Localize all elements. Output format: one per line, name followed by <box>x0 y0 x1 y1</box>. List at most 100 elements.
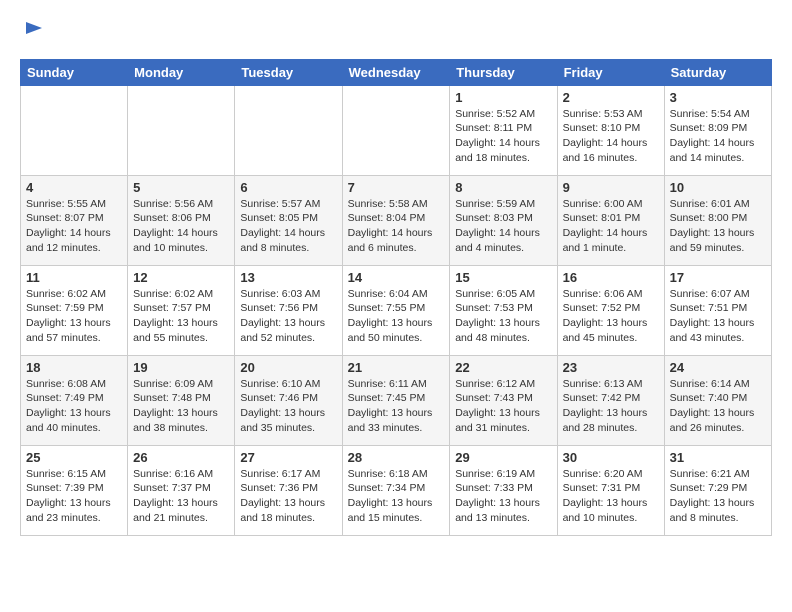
day-info: Sunrise: 6:15 AM Sunset: 7:39 PM Dayligh… <box>26 467 122 526</box>
day-number: 2 <box>563 90 659 105</box>
day-number: 29 <box>455 450 551 465</box>
calendar-cell: 1 Sunrise: 5:52 AM Sunset: 8:11 PM Daylig… <box>450 85 557 175</box>
day-number: 5 <box>133 180 229 195</box>
day-number: 3 <box>670 90 766 105</box>
day-info: Sunrise: 6:21 AM Sunset: 7:29 PM Dayligh… <box>670 467 766 526</box>
calendar-week-row: 18 Sunrise: 6:08 AM Sunset: 7:49 PM Dayli… <box>21 355 772 445</box>
day-info: Sunrise: 6:02 AM Sunset: 7:57 PM Dayligh… <box>133 287 229 346</box>
calendar-cell: 20 Sunrise: 6:10 AM Sunset: 7:46 PM Dayli… <box>235 355 342 445</box>
calendar-cell: 27 Sunrise: 6:17 AM Sunset: 7:36 PM Dayli… <box>235 445 342 535</box>
day-number: 31 <box>670 450 766 465</box>
day-info: Sunrise: 6:14 AM Sunset: 7:40 PM Dayligh… <box>670 377 766 436</box>
day-number: 17 <box>670 270 766 285</box>
weekday-header-wednesday: Wednesday <box>342 59 450 85</box>
day-info: Sunrise: 5:54 AM Sunset: 8:09 PM Dayligh… <box>670 107 766 166</box>
calendar-cell: 14Sunrise: 6:04 AM Sunset: 7:55 PM Dayli… <box>342 265 450 355</box>
day-number: 19 <box>133 360 229 375</box>
day-number: 1 <box>455 90 551 105</box>
day-info: Sunrise: 6:17 AM Sunset: 7:36 PM Dayligh… <box>240 467 336 526</box>
day-number: 4 <box>26 180 122 195</box>
calendar-week-row: 11 Sunrise: 6:02 AM Sunset: 7:59 PM Dayli… <box>21 265 772 355</box>
day-number: 24 <box>670 360 766 375</box>
day-info: Sunrise: 6:09 AM Sunset: 7:48 PM Dayligh… <box>133 377 229 436</box>
calendar-cell: 30 Sunrise: 6:20 AM Sunset: 7:31 PM Dayli… <box>557 445 664 535</box>
calendar-cell: 12Sunrise: 6:02 AM Sunset: 7:57 PM Dayli… <box>128 265 235 355</box>
day-number: 10 <box>670 180 766 195</box>
calendar-cell: 29 Sunrise: 6:19 AM Sunset: 7:33 PM Dayli… <box>450 445 557 535</box>
weekday-header-friday: Friday <box>557 59 664 85</box>
calendar-cell: 26 Sunrise: 6:16 AM Sunset: 7:37 PM Dayli… <box>128 445 235 535</box>
calendar-cell: 25 Sunrise: 6:15 AM Sunset: 7:39 PM Dayli… <box>21 445 128 535</box>
calendar-cell: 24 Sunrise: 6:14 AM Sunset: 7:40 PM Dayli… <box>664 355 771 445</box>
calendar-cell: 21Sunrise: 6:11 AM Sunset: 7:45 PM Dayli… <box>342 355 450 445</box>
day-number: 13 <box>240 270 336 285</box>
day-number: 30 <box>563 450 659 465</box>
calendar-cell: 7 Sunrise: 5:58 AM Sunset: 8:04 PM Daylig… <box>342 175 450 265</box>
day-number: 11 <box>26 270 122 285</box>
calendar-cell: 11 Sunrise: 6:02 AM Sunset: 7:59 PM Dayli… <box>21 265 128 355</box>
calendar-cell: 5 Sunrise: 5:56 AM Sunset: 8:06 PM Daylig… <box>128 175 235 265</box>
day-info: Sunrise: 6:00 AM Sunset: 8:01 PM Dayligh… <box>563 197 659 256</box>
calendar-cell: 23Sunrise: 6:13 AM Sunset: 7:42 PM Dayli… <box>557 355 664 445</box>
calendar-week-row: 1 Sunrise: 5:52 AM Sunset: 8:11 PM Daylig… <box>21 85 772 175</box>
day-info: Sunrise: 6:02 AM Sunset: 7:59 PM Dayligh… <box>26 287 122 346</box>
day-info: Sunrise: 6:19 AM Sunset: 7:33 PM Dayligh… <box>455 467 551 526</box>
day-info: Sunrise: 6:08 AM Sunset: 7:49 PM Dayligh… <box>26 377 122 436</box>
day-number: 18 <box>26 360 122 375</box>
day-info: Sunrise: 6:03 AM Sunset: 7:56 PM Dayligh… <box>240 287 336 346</box>
day-number: 14 <box>348 270 445 285</box>
weekday-header-tuesday: Tuesday <box>235 59 342 85</box>
day-info: Sunrise: 6:01 AM Sunset: 8:00 PM Dayligh… <box>670 197 766 256</box>
logo <box>20 20 46 49</box>
day-info: Sunrise: 5:53 AM Sunset: 8:10 PM Dayligh… <box>563 107 659 166</box>
day-number: 8 <box>455 180 551 195</box>
weekday-header-thursday: Thursday <box>450 59 557 85</box>
day-number: 22 <box>455 360 551 375</box>
day-info: Sunrise: 6:07 AM Sunset: 7:51 PM Dayligh… <box>670 287 766 346</box>
day-number: 23 <box>563 360 659 375</box>
day-number: 9 <box>563 180 659 195</box>
day-number: 6 <box>240 180 336 195</box>
day-info: Sunrise: 6:20 AM Sunset: 7:31 PM Dayligh… <box>563 467 659 526</box>
day-info: Sunrise: 5:59 AM Sunset: 8:03 PM Dayligh… <box>455 197 551 256</box>
day-info: Sunrise: 5:58 AM Sunset: 8:04 PM Dayligh… <box>348 197 445 256</box>
day-number: 25 <box>26 450 122 465</box>
day-info: Sunrise: 6:16 AM Sunset: 7:37 PM Dayligh… <box>133 467 229 526</box>
day-info: Sunrise: 5:55 AM Sunset: 8:07 PM Dayligh… <box>26 197 122 256</box>
calendar-cell: 22 Sunrise: 6:12 AM Sunset: 7:43 PM Dayli… <box>450 355 557 445</box>
day-info: Sunrise: 5:57 AM Sunset: 8:05 PM Dayligh… <box>240 197 336 256</box>
calendar-cell: 10 Sunrise: 6:01 AM Sunset: 8:00 PM Dayli… <box>664 175 771 265</box>
calendar-header-row: SundayMondayTuesdayWednesdayThursdayFrid… <box>21 59 772 85</box>
day-info: Sunrise: 5:52 AM Sunset: 8:11 PM Dayligh… <box>455 107 551 166</box>
day-number: 26 <box>133 450 229 465</box>
calendar-cell: 4 Sunrise: 5:55 AM Sunset: 8:07 PM Daylig… <box>21 175 128 265</box>
day-info: Sunrise: 6:18 AM Sunset: 7:34 PM Dayligh… <box>348 467 445 526</box>
day-number: 27 <box>240 450 336 465</box>
day-number: 15 <box>455 270 551 285</box>
weekday-header-monday: Monday <box>128 59 235 85</box>
calendar-cell <box>128 85 235 175</box>
day-info: Sunrise: 6:11 AM Sunset: 7:45 PM Dayligh… <box>348 377 445 436</box>
page-header <box>20 20 772 49</box>
day-number: 16 <box>563 270 659 285</box>
weekday-header-sunday: Sunday <box>21 59 128 85</box>
day-number: 28 <box>348 450 445 465</box>
calendar-cell: 18 Sunrise: 6:08 AM Sunset: 7:49 PM Dayli… <box>21 355 128 445</box>
calendar-cell: 15 Sunrise: 6:05 AM Sunset: 7:53 PM Dayli… <box>450 265 557 355</box>
day-number: 7 <box>348 180 445 195</box>
calendar-cell: 9 Sunrise: 6:00 AM Sunset: 8:01 PM Daylig… <box>557 175 664 265</box>
day-info: Sunrise: 5:56 AM Sunset: 8:06 PM Dayligh… <box>133 197 229 256</box>
calendar-week-row: 4 Sunrise: 5:55 AM Sunset: 8:07 PM Daylig… <box>21 175 772 265</box>
calendar-cell: 19 Sunrise: 6:09 AM Sunset: 7:48 PM Dayli… <box>128 355 235 445</box>
calendar-cell <box>235 85 342 175</box>
calendar-week-row: 25 Sunrise: 6:15 AM Sunset: 7:39 PM Dayli… <box>21 445 772 535</box>
day-info: Sunrise: 6:12 AM Sunset: 7:43 PM Dayligh… <box>455 377 551 436</box>
day-info: Sunrise: 6:10 AM Sunset: 7:46 PM Dayligh… <box>240 377 336 436</box>
calendar-cell: 8 Sunrise: 5:59 AM Sunset: 8:03 PM Daylig… <box>450 175 557 265</box>
day-number: 20 <box>240 360 336 375</box>
day-info: Sunrise: 6:06 AM Sunset: 7:52 PM Dayligh… <box>563 287 659 346</box>
day-info: Sunrise: 6:05 AM Sunset: 7:53 PM Dayligh… <box>455 287 551 346</box>
logo-flag-icon <box>22 20 46 44</box>
calendar-cell: 16 Sunrise: 6:06 AM Sunset: 7:52 PM Dayli… <box>557 265 664 355</box>
calendar-cell: 2 Sunrise: 5:53 AM Sunset: 8:10 PM Daylig… <box>557 85 664 175</box>
